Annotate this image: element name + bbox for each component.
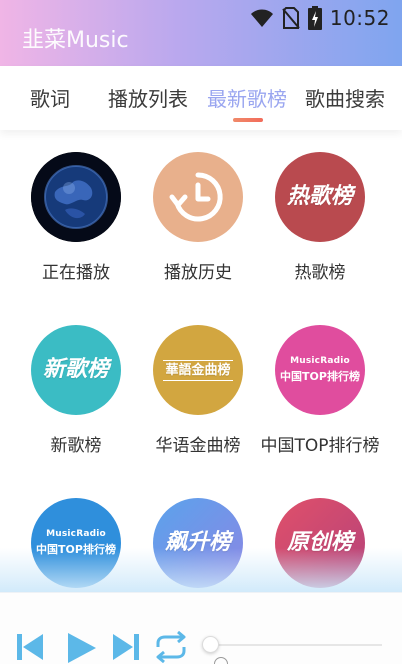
tab-bar: 歌词 播放列表 最新歌榜 歌曲搜索 (0, 66, 402, 130)
timer-icon[interactable] (214, 657, 228, 664)
play-icon[interactable] (64, 631, 98, 664)
chart-card-new[interactable]: 新歌榜 新歌榜 (11, 325, 141, 456)
badge-line-2: 中国TOP排行榜 (280, 370, 360, 383)
next-icon[interactable] (110, 631, 142, 663)
chart-card-china-top[interactable]: MusicRadio 中国TOP排行榜 中国TOP排行榜 (255, 325, 385, 456)
china-top-chart-icon: MusicRadio 中国TOP排行榜 (275, 325, 365, 415)
chart-card-now-playing[interactable]: 正在播放 (11, 152, 141, 283)
chart-badge-text: 華語金曲榜 (163, 359, 233, 381)
chart-grid: 正在播放 播放历史 热歌榜 热歌榜 新歌榜 新歌榜 華語金曲榜 华语金曲榜 Mu… (0, 130, 402, 590)
earth-disc-icon (31, 152, 121, 242)
chart-label: 新歌榜 (50, 436, 102, 456)
progress-track[interactable] (212, 644, 382, 646)
badge-line-1: MusicRadio (46, 529, 106, 539)
badge-line-1: MusicRadio (290, 356, 350, 366)
chart-label: 播放历史 (164, 263, 232, 283)
chart-card-chinese-gold[interactable]: 華語金曲榜 华语金曲榜 (133, 325, 263, 456)
chart-label: 华语金曲榜 (155, 436, 241, 456)
status-bar: 10:52 (0, 0, 402, 36)
chart-card-history[interactable]: 播放历史 (133, 152, 263, 283)
chart-badge-text: 热歌榜 (286, 184, 353, 209)
chart-label: 正在播放 (42, 263, 110, 283)
active-tab-indicator (233, 118, 263, 122)
history-clock-icon (153, 152, 243, 242)
bottom-fade (0, 548, 402, 592)
tab-latest-charts[interactable]: 最新歌榜 (207, 83, 287, 112)
progress-thumb[interactable] (202, 636, 219, 653)
no-sim-icon (282, 7, 300, 29)
repeat-icon[interactable] (154, 631, 188, 663)
wifi-icon (250, 8, 274, 28)
battery-charging-icon (307, 6, 322, 30)
chart-label: 中国TOP排行榜 (260, 436, 380, 456)
tab-playlist[interactable]: 播放列表 (108, 83, 188, 112)
tab-song-search[interactable]: 歌曲搜索 (305, 83, 385, 112)
hot-chart-icon: 热歌榜 (275, 152, 365, 242)
chart-card-hot[interactable]: 热歌榜 热歌榜 (255, 152, 385, 283)
chart-badge-text: 新歌榜 (42, 357, 109, 382)
previous-icon[interactable] (14, 631, 46, 663)
musicradio-badge: MusicRadio 中国TOP排行榜 (280, 356, 360, 384)
new-chart-icon: 新歌榜 (31, 325, 121, 415)
tab-lyrics[interactable]: 歌词 (30, 83, 70, 112)
chinese-gold-chart-icon: 華語金曲榜 (153, 325, 243, 415)
screen: 韭菜Music 10:52 歌词 播放列表 最新歌榜 歌曲搜索 正在播放 播放历… (0, 0, 402, 664)
player-bar (0, 592, 402, 664)
status-time: 10:52 (329, 6, 390, 30)
chart-label: 热歌榜 (294, 263, 346, 283)
